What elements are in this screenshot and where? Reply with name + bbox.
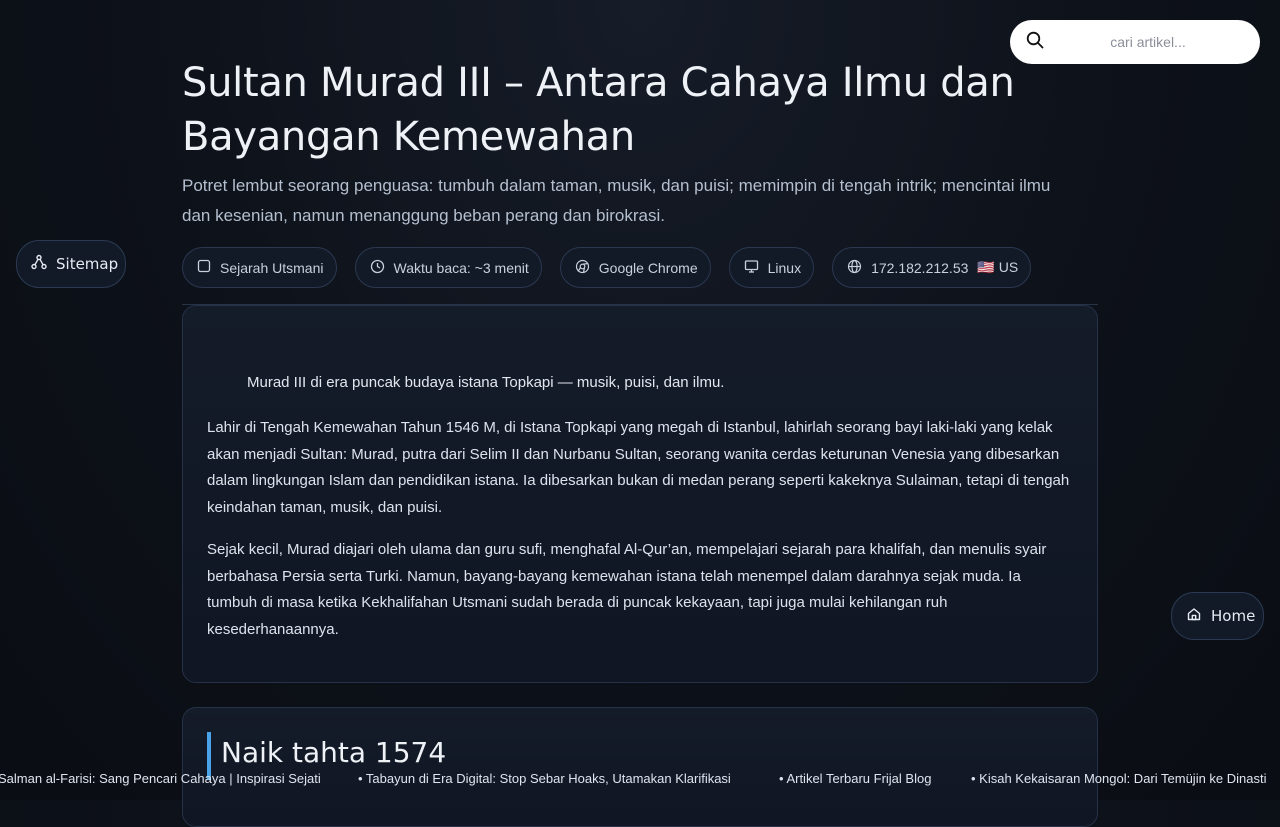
article-paragraph: Lahir di Tengah Kemewahan Tahun 1546 M, … — [207, 419, 1070, 516]
ticker-link[interactable]: • Artikel Terbaru Frijal Blog — [779, 771, 931, 786]
home-button[interactable]: Home — [1171, 592, 1264, 640]
page-subtitle: Potret lembut seorang penguasa: tumbuh d… — [182, 176, 1051, 225]
search-icon[interactable] — [1026, 31, 1044, 53]
os-label: Linux — [767, 259, 802, 276]
ip-chip: 172.182.212.53 🇺🇸 US — [832, 247, 1032, 288]
page-title: Sultan Murad III – Antara Cahaya Ilmu da… — [182, 60, 1015, 160]
sitemap-button[interactable]: Sitemap — [16, 240, 126, 288]
ip-label: 172.182.212.53 — [871, 259, 969, 276]
read-time-chip: Waktu baca: ~3 menit — [354, 247, 542, 288]
home-label: Home — [1211, 607, 1256, 625]
category-chip[interactable]: Sejarah Utsmani — [182, 247, 337, 288]
browser-label: Google Chrome — [598, 259, 698, 276]
news-ticker: Salman al-Farisi: Sang Pencari Cahaya | … — [0, 768, 1280, 792]
ticker-link[interactable]: Salman al-Farisi: Sang Pencari Cahaya | … — [0, 771, 321, 786]
globe-icon — [847, 259, 862, 277]
section-card: Naik tahta 1574 — [182, 707, 1098, 827]
os-chip: Linux — [728, 247, 815, 288]
article-paragraph: Sejak kecil, Murad diajari oleh ulama da… — [207, 541, 1047, 638]
ticker-link[interactable]: • Tabayun di Era Digital: Stop Sebar Hoa… — [358, 771, 731, 786]
chrome-icon — [575, 259, 590, 277]
sitemap-icon — [31, 254, 47, 274]
image-caption: Murad III di era puncak budaya istana To… — [247, 374, 725, 391]
article-card: Murad III di era puncak budaya istana To… — [182, 305, 1098, 683]
checkbox-icon — [197, 259, 211, 276]
browser-chip: Google Chrome — [559, 247, 711, 288]
ticker-link[interactable]: • Kisah Kekaisaran Mongol: Dari Temüjin … — [971, 771, 1267, 786]
country-label: 🇺🇸 US — [977, 259, 1019, 275]
meta-chips: Sejarah Utsmani Waktu baca: ~3 menit Goo… — [182, 247, 1032, 288]
monitor-icon — [744, 259, 759, 277]
search-input[interactable] — [1052, 33, 1244, 51]
home-icon — [1186, 606, 1202, 626]
read-time-label: Waktu baca: ~3 menit — [393, 259, 529, 276]
sitemap-label: Sitemap — [56, 255, 119, 273]
category-label: Sejarah Utsmani — [220, 259, 324, 276]
section-heading: Naik tahta 1574 — [221, 736, 447, 769]
clock-icon — [370, 259, 385, 277]
